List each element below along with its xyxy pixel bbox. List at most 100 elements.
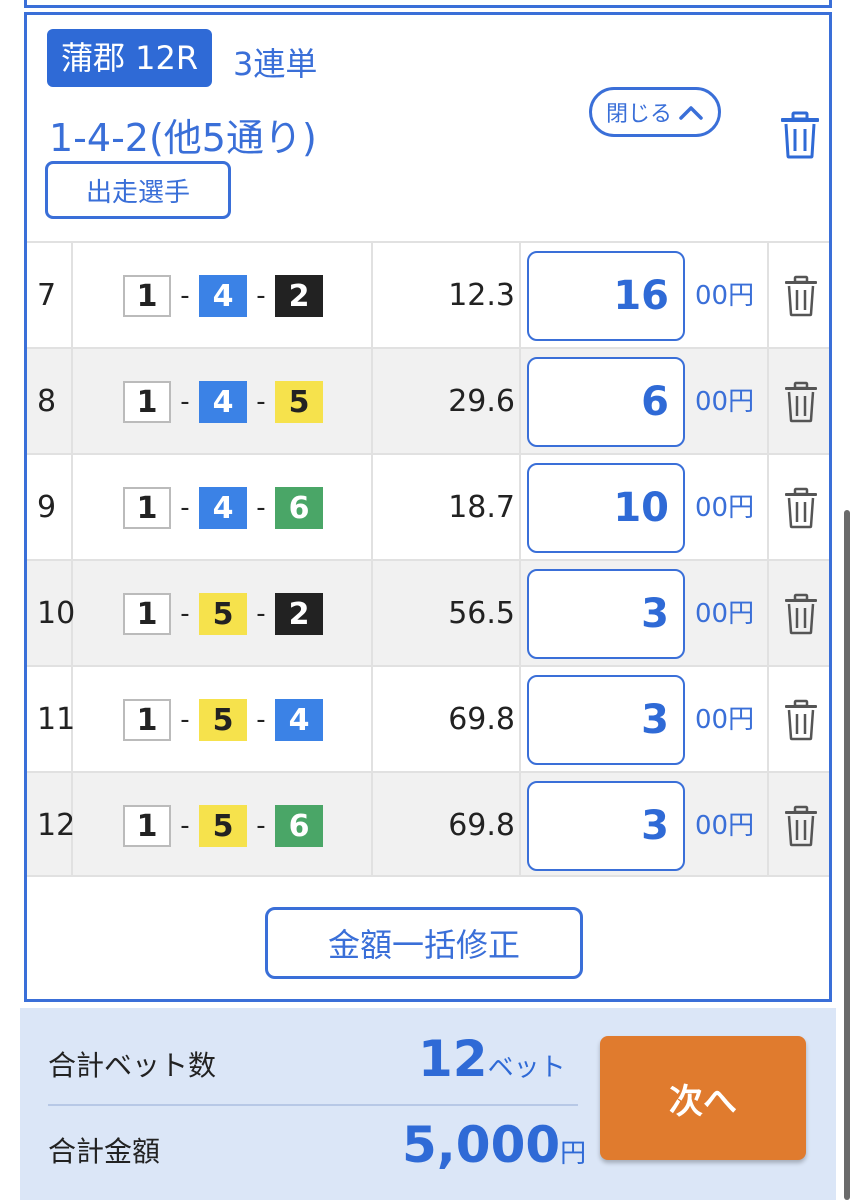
boat-number-box: 2 — [275, 275, 323, 317]
table-row: 8 1-4-5 29.6 6 00円 — [27, 347, 829, 453]
column-divider — [71, 243, 73, 347]
amount-unit: 00円 — [695, 705, 755, 735]
trash-icon[interactable] — [779, 111, 821, 159]
trash-icon[interactable] — [783, 487, 819, 529]
boat-number-box: 5 — [199, 593, 247, 635]
bet-count-unit: ベット — [487, 1053, 566, 1083]
bet-type-label: 3連単 — [233, 45, 318, 83]
amount-unit: 00円 — [695, 387, 755, 417]
trash-icon[interactable] — [783, 381, 819, 423]
boat-number-box: 4 — [199, 275, 247, 317]
separator: - — [256, 493, 266, 523]
bet-count-label: 合計ベット数 — [48, 1049, 217, 1082]
column-divider — [767, 561, 769, 665]
combination-summary: 1-4-2(他5通り) — [49, 116, 317, 160]
separator: - — [256, 387, 266, 417]
column-divider — [371, 243, 373, 347]
boat-combination: 1-5-6 — [123, 805, 323, 847]
table-row: 10 1-5-2 56.5 3 00円 — [27, 559, 829, 665]
separator: - — [256, 705, 266, 735]
amount-unit: 00円 — [695, 281, 755, 311]
boat-number-box: 1 — [123, 805, 171, 847]
column-divider — [519, 349, 521, 453]
amount-input[interactable]: 3 — [527, 569, 685, 659]
boat-combination: 1-4-2 — [123, 275, 323, 317]
boat-number-box: 6 — [275, 487, 323, 529]
separator: - — [180, 281, 190, 311]
boat-number-box: 1 — [123, 487, 171, 529]
scrollbar[interactable] — [844, 510, 850, 1200]
separator: - — [180, 705, 190, 735]
separator: - — [256, 811, 266, 841]
separator: - — [180, 599, 190, 629]
column-divider — [71, 455, 73, 559]
runners-button[interactable]: 出走選手 — [45, 161, 231, 219]
row-number: 9 — [37, 490, 57, 525]
collapse-button-label: 閉じる — [605, 102, 672, 127]
table-row: 7 1-4-2 12.3 16 00円 — [27, 241, 829, 347]
next-button[interactable]: 次へ — [600, 1036, 806, 1160]
bet-card: 蒲郡 12R 3連単 1-4-2(他5通り) 閉じる 出走選手 7 1-4-2 12… — [24, 12, 832, 1002]
separator: - — [256, 281, 266, 311]
page: 蒲郡 12R 3連単 1-4-2(他5通り) 閉じる 出走選手 7 1-4-2 12… — [0, 0, 858, 1200]
table-row: 9 1-4-6 18.7 10 00円 — [27, 453, 829, 559]
separator: - — [180, 387, 190, 417]
column-divider — [519, 561, 521, 665]
column-divider — [371, 455, 373, 559]
column-divider — [519, 667, 521, 771]
total-amount-unit: 円 — [560, 1139, 587, 1169]
amount-input[interactable]: 16 — [527, 251, 685, 341]
boat-number-box: 1 — [123, 275, 171, 317]
row-number: 7 — [37, 278, 57, 313]
amount-input[interactable]: 3 — [527, 675, 685, 765]
odds-value: 56.5 — [448, 596, 515, 631]
row-number: 10 — [37, 596, 76, 631]
bet-table: 7 1-4-2 12.3 16 00円 8 1-4-5 29.6 6 00円 9 1-4-6 18.7 1… — [27, 241, 829, 877]
table-row: 11 1-5-4 69.8 3 00円 — [27, 665, 829, 771]
bulk-edit-button[interactable]: 金額一括修正 — [265, 907, 583, 979]
boat-number-box: 5 — [275, 381, 323, 423]
column-divider — [767, 773, 769, 875]
column-divider — [519, 455, 521, 559]
boat-combination: 1-5-2 — [123, 593, 323, 635]
column-divider — [767, 455, 769, 559]
venue-race-badge: 蒲郡 12R — [47, 29, 213, 87]
row-number: 8 — [37, 384, 57, 419]
trash-icon[interactable] — [783, 805, 819, 847]
amount-input[interactable]: 6 — [527, 357, 685, 447]
column-divider — [519, 243, 521, 347]
amount-input[interactable]: 3 — [527, 781, 685, 871]
total-amount-value: 5,000円 — [402, 1116, 586, 1174]
row-number: 12 — [37, 808, 76, 843]
odds-value: 69.8 — [448, 808, 515, 843]
odds-value: 18.7 — [448, 490, 515, 525]
trash-icon[interactable] — [783, 275, 819, 317]
total-amount-label: 合計金額 — [48, 1135, 161, 1168]
boat-number-box: 2 — [275, 593, 323, 635]
column-divider — [767, 243, 769, 347]
table-row: 12 1-5-6 69.8 3 00円 — [27, 771, 829, 877]
boat-number-box: 1 — [123, 699, 171, 741]
amount-unit: 00円 — [695, 493, 755, 523]
boat-combination: 1-4-5 — [123, 381, 323, 423]
column-divider — [767, 667, 769, 771]
boat-number-box: 5 — [199, 699, 247, 741]
divider — [48, 1104, 578, 1106]
collapse-button[interactable]: 閉じる — [589, 87, 721, 137]
boat-number-box: 4 — [199, 381, 247, 423]
odds-value: 12.3 — [448, 278, 515, 313]
row-number: 11 — [37, 702, 76, 737]
boat-combination: 1-4-6 — [123, 487, 323, 529]
separator: - — [256, 599, 266, 629]
boat-combination: 1-5-4 — [123, 699, 323, 741]
trash-icon[interactable] — [783, 699, 819, 741]
boat-number-box: 6 — [275, 805, 323, 847]
bet-count-number: 12 — [418, 1030, 488, 1088]
column-divider — [71, 349, 73, 453]
chevron-up-icon — [679, 106, 703, 120]
separator: - — [180, 811, 190, 841]
odds-value: 29.6 — [448, 384, 515, 419]
amount-input[interactable]: 10 — [527, 463, 685, 553]
separator: - — [180, 493, 190, 523]
trash-icon[interactable] — [783, 593, 819, 635]
